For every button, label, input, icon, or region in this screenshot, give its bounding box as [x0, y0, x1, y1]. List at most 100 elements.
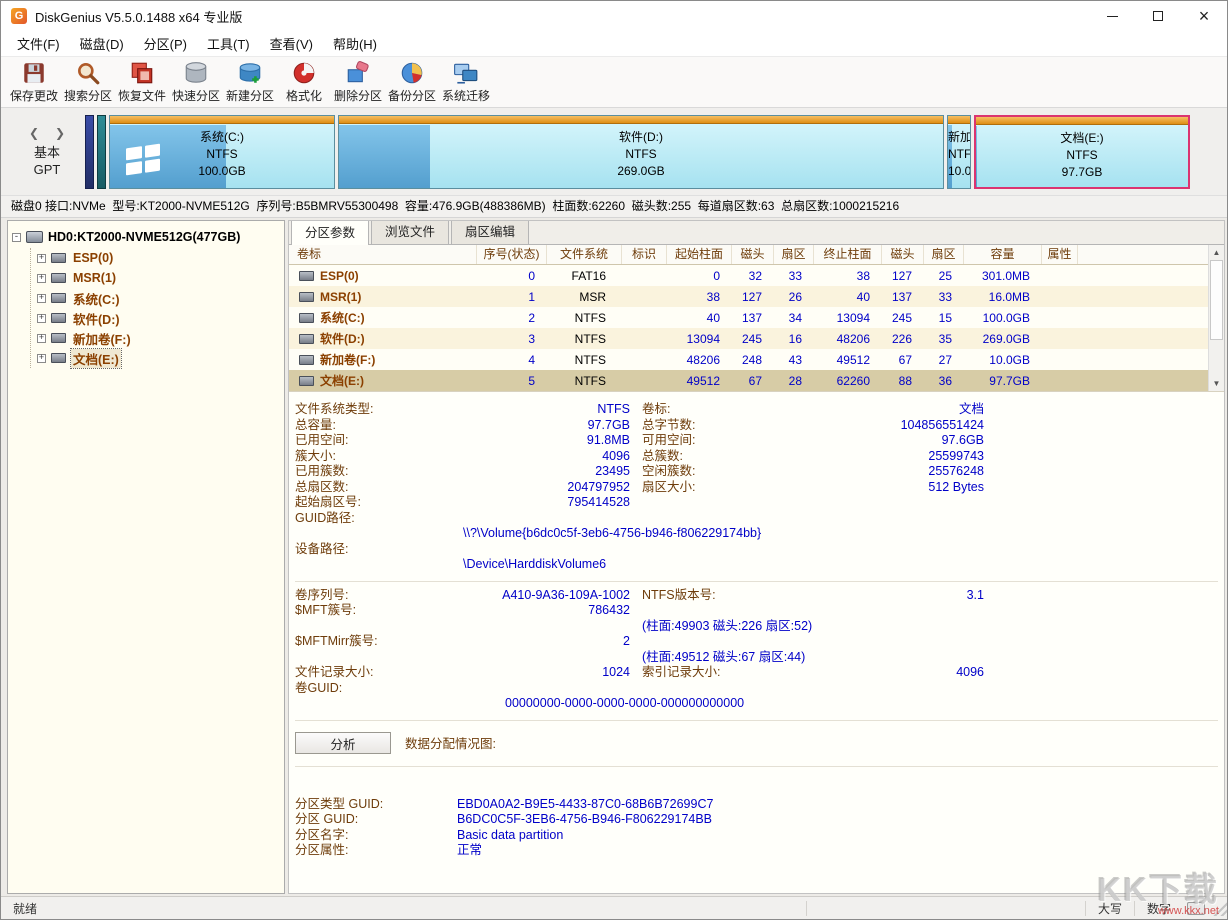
search-icon — [75, 60, 101, 86]
column-header: 容量 — [964, 245, 1042, 264]
maximize-icon — [1153, 11, 1163, 21]
expand-icon[interactable]: + — [37, 313, 46, 323]
resize-grip-icon[interactable] — [1211, 900, 1227, 916]
close-button[interactable]: × — [1181, 1, 1227, 31]
partition-row[interactable]: MSR(1) 1 MSR 38 127 26 40 137 33 16.0MB — [289, 286, 1208, 307]
partition-row[interactable]: 软件(D:) 3 NTFS 13094 245 16 48206 226 35 … — [289, 328, 1208, 349]
menu-item[interactable]: 文件(F) — [7, 31, 70, 56]
input-indicator-icon — [1187, 901, 1205, 915]
guid-row: 分区属性: 正常 — [295, 843, 483, 857]
scroll-up-arrow[interactable]: ▲ — [1209, 245, 1224, 260]
toolbar-button[interactable]: 搜索分区 — [61, 59, 115, 106]
toolbar-button[interactable]: 快速分区 — [169, 59, 223, 106]
window-title: DiskGenius V5.5.0.1488 x64 专业版 — [35, 9, 243, 25]
toolbar-button[interactable]: 备份分区 — [385, 59, 439, 106]
main-area: - HD0:KT2000-NVME512G(477GB) + ESP(0) + — [1, 218, 1227, 896]
volume-label: 新加卷(F:) — [320, 353, 376, 367]
menu-item[interactable]: 帮助(H) — [323, 31, 387, 56]
tree-item-partition[interactable]: + 新加卷(F:) — [37, 328, 280, 348]
menu-item[interactable]: 查看(V) — [260, 31, 323, 56]
property-row: 已用空间: 91.8MB 可用空间: 97.6GB — [295, 433, 984, 447]
toolbar-button[interactable]: 保存更改 — [7, 59, 61, 106]
column-header: 标识 — [622, 245, 667, 264]
collapse-icon[interactable]: - — [12, 232, 21, 242]
separator — [295, 719, 1218, 721]
partition-block[interactable]: 系统(C:) NTFS 100.0GB — [109, 114, 335, 189]
partition-icon — [299, 354, 314, 365]
tab-bar: 分区参数 浏览文件 扇区编辑 — [289, 221, 1224, 245]
scroll-down-arrow[interactable]: ▼ — [1209, 376, 1224, 391]
analyze-button[interactable]: 分析 — [295, 731, 391, 754]
table-scrollbar[interactable]: ▲ ▼ — [1208, 245, 1224, 391]
tree-item-disk[interactable]: - HD0:KT2000-NVME512G(477GB) — [12, 227, 280, 247]
volume-label: 系统(C:) — [320, 311, 365, 325]
volume-label: ESP(0) — [320, 268, 359, 283]
property-row: 卷序列号: A410-9A36-109A-1002 NTFS版本号: 3.1 — [295, 587, 984, 602]
partition-block[interactable]: 软件(D:) NTFS 269.0GB — [338, 114, 944, 189]
partition-row[interactable]: ESP(0) 0 FAT16 0 32 33 38 127 25 301.0MB — [289, 265, 1208, 286]
next-disk-arrow[interactable]: ❯ — [55, 126, 65, 140]
partition-table: 卷标 序号(状态) 文件系统 标识 起始柱面 磁头 扇区 终止柱面 磁头 扇区 容量 属性 ESP(0… — [289, 245, 1224, 392]
disk-info-bar: 磁盘0 接口:NVMe 型号:KT2000-NVME512G 序列号:B5BMR… — [1, 196, 1227, 218]
property-row: 总容量: 97.7GB 总字节数: 104856551424 — [295, 417, 984, 432]
property-row: $MFT簇号: 786432 (柱面:49903 磁头:226 扇区:52) — [295, 603, 813, 633]
scroll-track[interactable] — [1209, 260, 1224, 376]
tab[interactable]: 扇区编辑 — [451, 221, 530, 244]
new-icon — [237, 60, 263, 86]
column-header: 卷标 — [289, 245, 477, 264]
property-row: 已用簇数: 23495 空闲簇数: 25576248 — [295, 464, 984, 478]
property-row: 文件记录大小: 1024 索引记录大小: 4096 — [295, 665, 984, 679]
partition-block[interactable]: 新加卷(F:) NTFS 10.0GB — [947, 114, 971, 189]
partition-tree: - HD0:KT2000-NVME512G(477GB) + ESP(0) + — [7, 220, 285, 894]
toolbar-button[interactable]: 删除分区 — [331, 59, 385, 106]
tree-item-partition[interactable]: + 系统(C:) — [37, 288, 280, 308]
partition-row[interactable]: 新加卷(F:) 4 NTFS 48206 248 43 49512 67 27 … — [289, 349, 1208, 370]
tab[interactable]: 浏览文件 — [371, 221, 450, 244]
maximize-button[interactable] — [1135, 1, 1181, 31]
partition-row[interactable]: 文档(E:) 5 NTFS 49512 67 28 62260 88 36 97… — [289, 370, 1208, 391]
partition-icon — [299, 270, 314, 281]
partition-table-type: GPT — [33, 161, 61, 177]
partition-block-msr[interactable] — [97, 114, 106, 189]
data-distribution-label: 数据分配情况图: — [405, 737, 496, 751]
toolbar-button[interactable]: 新建分区 — [223, 59, 277, 106]
partition-block[interactable]: 文档(E:) NTFS 97.7GB — [974, 114, 1190, 189]
expand-icon[interactable]: + — [37, 353, 46, 363]
statusbar: 就绪 大写 数字 — [1, 896, 1227, 919]
divider — [806, 900, 807, 916]
partition-row[interactable]: 系统(C:) 2 NTFS 40 137 34 13094 245 15 100… — [289, 307, 1208, 328]
partition-icon — [51, 313, 66, 323]
property-row: GUID路径: \\?\Volume{b6dc0c5f-3eb6-4756-b9… — [295, 510, 762, 541]
scroll-thumb[interactable] — [1210, 260, 1223, 340]
partition-bars: 系统(C:) NTFS 100.0GB 软件(D:) NTFS 269.0GB … — [85, 114, 1219, 189]
column-header: 扇区 — [774, 245, 814, 264]
tree-item-partition[interactable]: + MSR(1) — [37, 268, 280, 288]
column-header: 文件系统 — [547, 245, 622, 264]
volume-label: 文档(E:) — [320, 374, 364, 388]
expand-icon[interactable]: + — [37, 253, 46, 263]
migrate-icon — [453, 60, 479, 86]
minimize-icon — [1106, 15, 1118, 17]
column-header: 扇区 — [924, 245, 964, 264]
menu-item[interactable]: 磁盘(D) — [70, 31, 134, 56]
expand-icon[interactable]: + — [37, 273, 46, 283]
minimize-button[interactable] — [1089, 1, 1135, 31]
toolbar-button[interactable]: 系统迁移 — [439, 59, 493, 106]
tab[interactable]: 分区参数 — [291, 221, 370, 245]
toolbar-button[interactable]: 恢复文件 — [115, 59, 169, 106]
tree-item-partition[interactable]: + 软件(D:) — [37, 308, 280, 328]
property-row: 文件系统类型: NTFS 卷标: 文档 — [295, 402, 984, 416]
partition-block-esp[interactable] — [85, 114, 94, 189]
guid-row: 分区 GUID: B6DC0C5F-3EB6-4756-B946-F806229… — [295, 812, 713, 826]
property-row: 起始扇区号: 795414528 — [295, 495, 630, 509]
prev-disk-arrow[interactable]: ❮ — [29, 126, 39, 140]
toolbar-button[interactable]: 格式化 — [277, 59, 331, 106]
tree-item-partition[interactable]: + ESP(0) — [37, 248, 280, 268]
property-row: $MFTMirr簇号: 2 (柱面:49512 磁头:67 扇区:44) — [295, 634, 806, 664]
partition-block-text: 文档(E:) NTFS 97.7GB — [1060, 130, 1104, 179]
expand-icon[interactable]: + — [37, 333, 46, 343]
tree-item-partition[interactable]: + 文档(E:) — [37, 347, 280, 369]
menu-item[interactable]: 分区(P) — [134, 31, 197, 56]
expand-icon[interactable]: + — [37, 293, 46, 303]
menu-item[interactable]: 工具(T) — [197, 31, 260, 56]
